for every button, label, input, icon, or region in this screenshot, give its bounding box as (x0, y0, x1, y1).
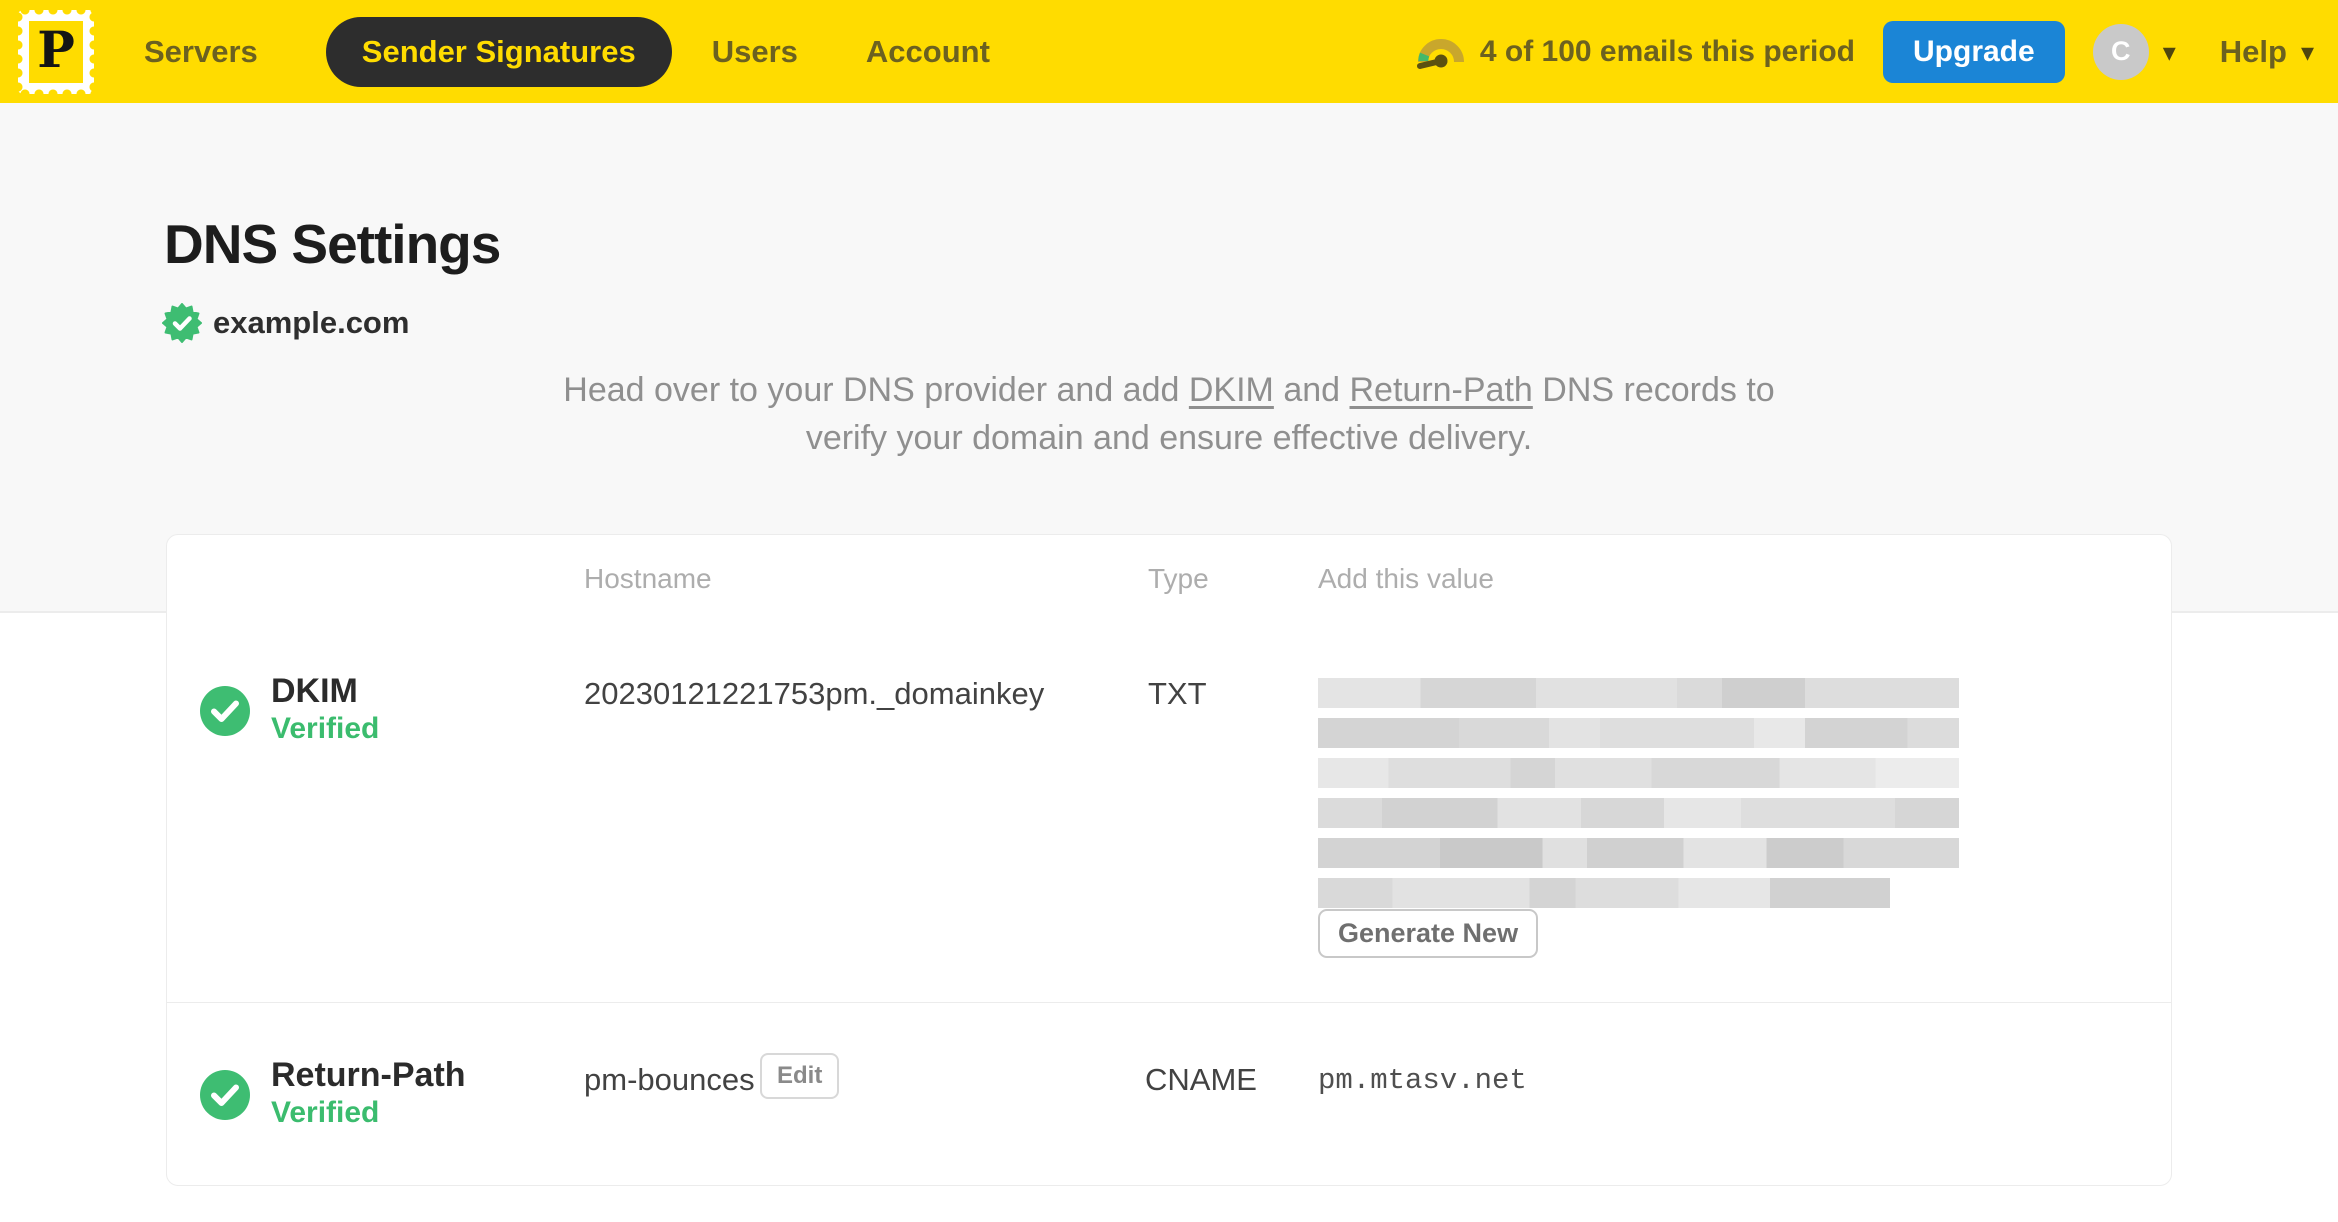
record-status: Verified (271, 712, 380, 745)
redacted-line (1318, 678, 1959, 708)
verified-check-icon (200, 1070, 250, 1120)
help-label: Help (2219, 33, 2287, 69)
chevron-down-icon: ▾ (2300, 36, 2314, 67)
nav-item-servers[interactable]: Servers (144, 34, 258, 70)
avatar[interactable]: C (2092, 23, 2149, 80)
record-name: DKIM (271, 672, 358, 710)
redacted-value-block (1318, 678, 1959, 918)
gauge-icon (1416, 38, 1464, 69)
edit-hostname-button[interactable]: Edit (760, 1053, 840, 1099)
help-menu[interactable]: Help ▾ (2220, 34, 2314, 70)
column-header-hostname: Hostname (584, 563, 712, 594)
dkim-link[interactable]: DKIM (1189, 371, 1274, 409)
nav-item-sender-signatures[interactable]: Sender Signatures (325, 16, 672, 87)
column-header-value: Add this value (1318, 563, 1494, 594)
primary-nav: Servers Sender Signatures Users Account (144, 16, 1058, 87)
redacted-line (1318, 798, 1959, 828)
record-type: TXT (1148, 676, 1207, 711)
page-title: DNS Settings (164, 213, 501, 275)
nav-item-account[interactable]: Account (866, 34, 990, 70)
redacted-line (1318, 838, 1959, 868)
usage-meter: 4 of 100 emails this period (1416, 33, 1855, 71)
redacted-line (1318, 878, 1890, 908)
column-header-type: Type (1148, 563, 1209, 594)
stamp-inner: P (29, 20, 83, 83)
row-divider (167, 1002, 2171, 1003)
upgrade-button[interactable]: Upgrade (1883, 20, 2065, 83)
verified-check-icon (200, 686, 250, 736)
redacted-line (1318, 758, 1959, 788)
record-status: Verified (271, 1096, 380, 1129)
return-path-link[interactable]: Return-Path (1350, 371, 1533, 409)
record-hostname: pm-bounces (584, 1062, 755, 1097)
description-middle: and (1273, 371, 1350, 409)
record-type: CNAME (1145, 1062, 1257, 1097)
description-prefix: Head over to your DNS provider and add (563, 371, 1189, 409)
generate-new-button[interactable]: Generate New (1318, 909, 1539, 958)
record-value: pm.mtasv.net (1318, 1064, 1527, 1097)
logo-letter: P (37, 20, 75, 79)
nav-item-users[interactable]: Users (712, 34, 798, 70)
page-description: Head over to your DNS provider and add D… (0, 366, 2338, 462)
record-name: Return-Path (271, 1056, 466, 1094)
usage-text: 4 of 100 emails this period (1479, 34, 1855, 68)
record-hostname: 20230121221753pm._domainkey (584, 676, 1045, 711)
domain-name: example.com (213, 305, 410, 340)
top-navigation-bar: P Servers Sender Signatures Users Accoun… (0, 0, 2338, 103)
postmark-stamp-logo[interactable]: P (18, 9, 94, 94)
verified-seal-icon (162, 303, 202, 343)
account-menu[interactable]: C ▾ (2092, 23, 2176, 80)
verified-domain: example.com (162, 303, 409, 343)
redacted-line (1318, 718, 1959, 748)
chevron-down-icon: ▾ (2162, 36, 2176, 67)
